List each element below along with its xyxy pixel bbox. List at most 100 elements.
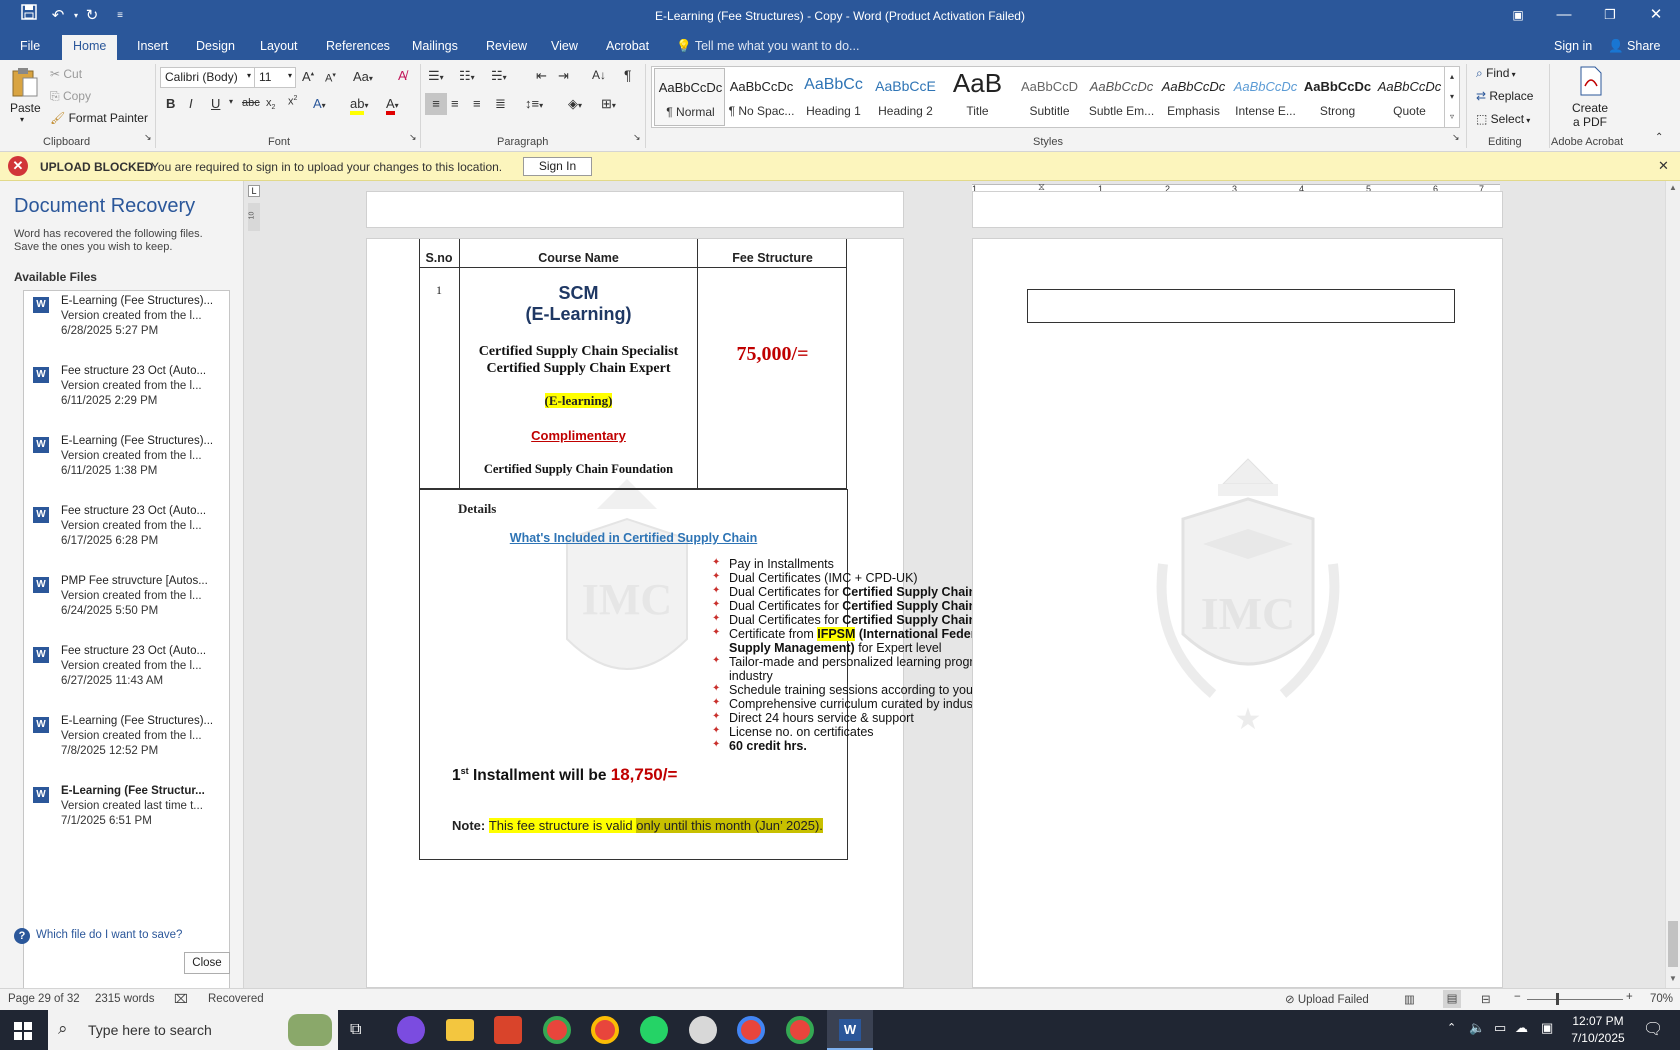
recovery-file-item[interactable]: W Fee structure 23 Oct (Auto... Version cr…: [23, 363, 229, 432]
word-taskbar-button[interactable]: W: [827, 1010, 873, 1050]
recovery-file-item[interactable]: W Fee structure 23 Oct (Auto... Version cr…: [23, 503, 229, 572]
borders-icon[interactable]: ⊞▾: [601, 96, 616, 112]
paste-dropdown-icon[interactable]: ▾: [20, 115, 24, 124]
highlight-icon[interactable]: ab▾: [350, 96, 368, 115]
recovery-file-item[interactable]: W PMP Fee struvcture [Autos... Version cre…: [23, 573, 229, 642]
zoom-slider[interactable]: [1527, 999, 1623, 1000]
find-button[interactable]: ⌕ Find ▾: [1476, 66, 1516, 81]
chevron-up-icon[interactable]: ▴: [1445, 67, 1459, 87]
replace-button[interactable]: ⇄ Replace: [1476, 89, 1533, 103]
chrome-icon[interactable]: [737, 1016, 765, 1044]
center-icon[interactable]: ≡: [451, 96, 459, 111]
style-strong[interactable]: AaBbCcDc Strong: [1302, 68, 1373, 126]
strikethrough-icon[interactable]: abc: [242, 97, 260, 109]
proofing-icon[interactable]: ⌧: [174, 992, 188, 1006]
more-styles-icon[interactable]: ▿: [1445, 107, 1459, 127]
vertical-scrollbar[interactable]: ▲ ▼: [1665, 181, 1680, 988]
style-subtle-emphasis[interactable]: AaBbCcDc Subtle Em...: [1086, 68, 1157, 126]
paste-button[interactable]: Paste: [10, 101, 41, 115]
decrease-indent-icon[interactable]: ⇤: [536, 68, 547, 84]
format-painter-button[interactable]: 🖌 Format Painter: [50, 111, 148, 125]
chrome-icon[interactable]: [591, 1016, 619, 1044]
style-intense-emphasis[interactable]: AaBbCcDc Intense E...: [1230, 68, 1301, 126]
font-color-icon[interactable]: A▾: [386, 96, 399, 115]
which-file-link[interactable]: Which file do I want to save?: [36, 929, 182, 941]
tab-mailings[interactable]: Mailings: [412, 39, 458, 53]
recovery-file-item[interactable]: W E-Learning (Fee Structur... Version crea…: [23, 783, 229, 852]
superscript-icon[interactable]: x2: [288, 95, 297, 108]
justify-icon[interactable]: ≣: [495, 96, 506, 112]
copy-button[interactable]: ⎘ Copy: [50, 89, 91, 104]
tell-me-box[interactable]: 💡 Tell me what you want to do...: [676, 39, 859, 54]
styles-launcher-icon[interactable]: ↘: [1452, 132, 1460, 143]
text-effects-icon[interactable]: A▾: [313, 96, 326, 111]
sign-in-link[interactable]: Sign in: [1554, 39, 1592, 53]
tab-layout[interactable]: Layout: [260, 39, 298, 53]
app-icon[interactable]: [494, 1016, 522, 1044]
scroll-up-icon[interactable]: ▲: [1669, 183, 1677, 192]
volume-icon[interactable]: 🔈: [1469, 1020, 1485, 1036]
collapse-ribbon-icon[interactable]: ⌃: [1655, 132, 1663, 143]
tab-file[interactable]: File: [20, 39, 40, 53]
taskbar-search-box[interactable]: ⌕ Type here to search: [48, 1010, 338, 1050]
create-pdf-icon[interactable]: [1576, 66, 1606, 98]
tab-home[interactable]: Home: [62, 35, 118, 60]
tab-review[interactable]: Review: [486, 39, 527, 53]
bullets-icon[interactable]: ☰▾: [428, 68, 444, 84]
style-subtitle[interactable]: AaBbCcD Subtitle: [1014, 68, 1085, 126]
cut-button[interactable]: ✂ Cut: [50, 67, 82, 81]
font-name-box[interactable]: Calibri (Body) ▾: [160, 67, 255, 88]
minimize-button[interactable]: —: [1541, 0, 1587, 32]
align-left-icon[interactable]: ≡: [425, 93, 447, 115]
tab-insert[interactable]: Insert: [137, 39, 168, 53]
restore-button[interactable]: ❐: [1587, 0, 1633, 32]
close-window-button[interactable]: ✕: [1633, 0, 1679, 32]
share-button[interactable]: 👤 Share: [1608, 39, 1660, 54]
font-launcher-icon[interactable]: ↘: [409, 132, 417, 143]
recovery-file-item[interactable]: W Fee structure 23 Oct (Auto... Version cr…: [23, 643, 229, 712]
style-emphasis[interactable]: AaBbCcDc Emphasis: [1158, 68, 1229, 126]
shading-icon[interactable]: ◈▾: [568, 96, 582, 112]
styles-scroll[interactable]: ▴ ▾ ▿: [1444, 66, 1460, 128]
scroll-thumb[interactable]: [1668, 921, 1678, 967]
change-case-icon[interactable]: Aa▾: [353, 69, 373, 84]
font-size-box[interactable]: 11 ▾: [254, 67, 296, 88]
style-title[interactable]: AaB Title: [942, 68, 1013, 126]
tab-selector-icon[interactable]: L: [248, 185, 260, 197]
style-normal[interactable]: AaBbCcDc ¶ Normal: [654, 68, 725, 126]
sign-in-button[interactable]: Sign In: [523, 157, 592, 176]
task-view-icon[interactable]: ⧉: [350, 1021, 361, 1039]
paste-icon[interactable]: [10, 66, 40, 98]
tab-view[interactable]: View: [551, 39, 578, 53]
recovery-file-item[interactable]: W E-Learning (Fee Structures)... Version c…: [23, 293, 229, 362]
word-count[interactable]: 2315 words: [95, 993, 154, 1005]
underline-icon[interactable]: U: [211, 96, 220, 111]
page-count[interactable]: Page 29 of 32: [8, 993, 80, 1005]
print-layout-icon[interactable]: ▤: [1443, 990, 1461, 1008]
select-button[interactable]: ⬚ Select ▾: [1476, 112, 1530, 126]
clear-formatting-icon[interactable]: A̸: [398, 68, 407, 83]
align-right-icon[interactable]: ≡: [473, 96, 481, 111]
close-recovery-button[interactable]: Close: [184, 952, 230, 974]
weather-icon[interactable]: ☁: [1515, 1020, 1528, 1036]
zoom-level[interactable]: 70%: [1650, 993, 1673, 1005]
windows-start-icon[interactable]: [14, 1022, 32, 1040]
grow-font-icon[interactable]: A▴: [302, 69, 314, 84]
upload-failed-status[interactable]: ⊘ Upload Failed: [1285, 992, 1369, 1006]
italic-icon[interactable]: I: [189, 96, 193, 111]
tab-design[interactable]: Design: [196, 39, 235, 53]
copilot-icon[interactable]: [397, 1016, 425, 1044]
sort-icon[interactable]: A↓: [592, 68, 606, 82]
line-spacing-icon[interactable]: ↕≡▾: [525, 96, 543, 111]
create-pdf-button[interactable]: Create a PDF: [1570, 101, 1610, 129]
recovery-file-item[interactable]: W E-Learning (Fee Structures)... Version c…: [23, 433, 229, 502]
zoom-in-icon[interactable]: +: [1626, 991, 1633, 1003]
zoom-out-icon[interactable]: −: [1514, 991, 1521, 1003]
read-mode-icon[interactable]: ▥: [1404, 992, 1415, 1006]
style-heading-2[interactable]: AaBbCcE Heading 2: [870, 68, 941, 126]
close-message-icon[interactable]: ✕: [1658, 158, 1669, 174]
meet-now-icon[interactable]: ▭: [1494, 1020, 1506, 1036]
chrome-icon[interactable]: [786, 1016, 814, 1044]
notifications-icon[interactable]: 🗨: [1643, 1019, 1663, 1039]
style-no-spacing[interactable]: AaBbCcDc ¶ No Spac...: [726, 68, 797, 126]
